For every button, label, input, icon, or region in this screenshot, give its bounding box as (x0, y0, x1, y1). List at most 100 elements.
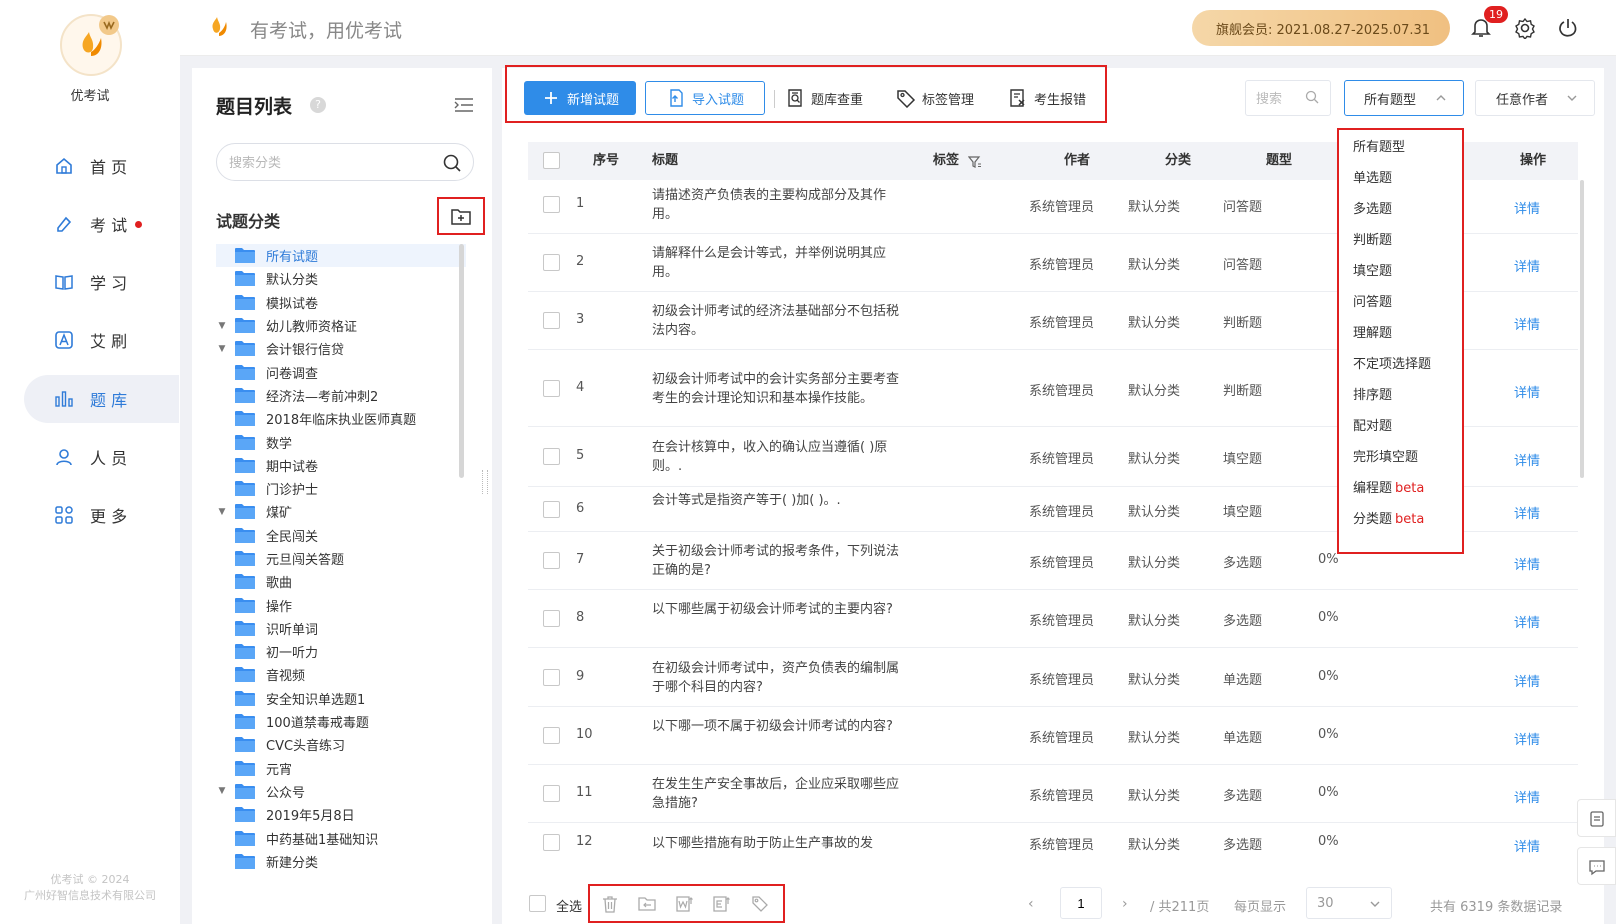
tree-item[interactable]: 所有试题 (216, 244, 466, 268)
tree-item[interactable]: 元旦闯关答题 (216, 547, 466, 570)
tree-item[interactable]: 门诊护士 (216, 477, 466, 500)
tree-item[interactable]: 初一听力 (216, 640, 466, 663)
row-checkbox[interactable] (543, 254, 560, 271)
row-checkbox[interactable] (543, 552, 560, 569)
tree-item[interactable]: 新建分类 (216, 850, 466, 873)
tree-item[interactable]: 中药基础1基础知识 (216, 826, 466, 849)
panel-resize-handle[interactable] (482, 470, 488, 494)
expand-arrow-icon[interactable]: ▼ (216, 344, 228, 354)
table-row[interactable]: 8 以下哪些属于初级会计师考试的主要内容? 系统管理员 默认分类 多选题 0% 详情 (528, 590, 1578, 648)
type-option[interactable]: 配对题 (1353, 415, 1395, 434)
nav-aishua[interactable]: 艾 刷 (24, 316, 179, 364)
import-questions-button[interactable]: 导入试题 (645, 81, 765, 115)
row-detail-link[interactable]: 详情 (1514, 612, 1540, 631)
row-detail-link[interactable]: 详情 (1514, 836, 1540, 855)
table-row[interactable]: 11 在发生生产安全事故后，企业应采取哪些应急措施? 系统管理员 默认分类 多选题 0% 详… (528, 765, 1578, 823)
nav-exam[interactable]: 考 试 (24, 200, 179, 248)
type-option[interactable]: 编程题 beta (1353, 477, 1424, 496)
row-checkbox[interactable] (543, 500, 560, 518)
row-detail-link[interactable]: 详情 (1514, 554, 1540, 573)
tree-item[interactable]: 100道禁毒戒毒题 (216, 710, 466, 733)
search-icon[interactable] (1305, 90, 1319, 104)
page-number-input[interactable] (1060, 887, 1102, 919)
nav-home[interactable]: 首 页 (24, 142, 179, 190)
vip-membership-badge[interactable]: 旗舰会员: 2021.08.27-2025.07.31 (1192, 10, 1450, 46)
expand-arrow-icon[interactable]: ▼ (216, 507, 228, 517)
search-icon[interactable] (442, 153, 462, 173)
tree-item[interactable]: 经济法—考前冲刺2 (216, 384, 466, 407)
trash-icon[interactable] (600, 894, 620, 914)
type-option[interactable]: 理解题 (1353, 322, 1395, 341)
tree-item[interactable]: ▼ 幼儿教师资格证 (216, 314, 466, 337)
error-report-button[interactable]: 考生报错 (1008, 81, 1086, 115)
row-checkbox[interactable] (543, 448, 560, 465)
table-row[interactable]: 12 以下哪些措施有助于防止生产事故的发 系统管理员 默认分类 多选题 0% 详情 (528, 823, 1578, 863)
row-checkbox[interactable] (543, 610, 560, 627)
row-checkbox[interactable] (543, 727, 560, 744)
row-checkbox[interactable] (543, 312, 560, 329)
power-icon[interactable] (1557, 17, 1579, 39)
tree-item[interactable]: 模拟试卷 (216, 291, 466, 314)
tree-item[interactable]: 默认分类 (216, 267, 466, 290)
filter-icon[interactable] (968, 155, 982, 169)
type-option[interactable]: 问答题 (1353, 291, 1395, 310)
row-detail-link[interactable]: 详情 (1514, 314, 1540, 333)
tree-item[interactable]: 识听单词 (216, 617, 466, 640)
type-option[interactable]: 完形填空题 (1353, 446, 1421, 465)
type-option[interactable]: 所有题型 (1353, 136, 1408, 155)
prev-page-button[interactable]: ‹ (1028, 896, 1034, 912)
row-checkbox[interactable] (543, 668, 560, 686)
row-checkbox[interactable] (543, 379, 560, 397)
row-detail-link[interactable]: 详情 (1514, 787, 1540, 806)
duplicate-check-button[interactable]: 题库查重 (785, 81, 863, 115)
tree-item[interactable]: 问卷调查 (216, 360, 466, 383)
export-excel-icon[interactable] (712, 894, 732, 914)
float-notes-button[interactable] (1577, 799, 1616, 837)
tag-management-button[interactable]: 标签管理 (896, 81, 974, 115)
row-checkbox[interactable] (543, 785, 560, 802)
table-row[interactable]: 10 以下哪一项不属于初级会计师考试的内容? 系统管理员 默认分类 单选题 0% 详情 (528, 707, 1578, 765)
type-option[interactable]: 排序题 (1353, 384, 1395, 403)
row-detail-link[interactable]: 详情 (1514, 729, 1540, 748)
tree-item[interactable]: 期中试卷 (216, 454, 466, 477)
table-scrollbar[interactable] (1580, 180, 1584, 478)
row-detail-link[interactable]: 详情 (1514, 671, 1540, 690)
new-question-button[interactable]: 新增试题 (524, 81, 636, 115)
category-search-input[interactable] (216, 143, 474, 181)
nav-study[interactable]: 学 习 (24, 258, 179, 306)
row-detail-link[interactable]: 详情 (1514, 256, 1540, 275)
add-category-button[interactable] (437, 197, 485, 235)
next-page-button[interactable]: › (1122, 896, 1128, 912)
type-option[interactable]: 判断题 (1353, 229, 1395, 248)
header-checkbox[interactable] (543, 152, 560, 169)
tree-item[interactable]: 歌曲 (216, 570, 466, 593)
move-folder-icon[interactable] (637, 894, 657, 914)
tree-item[interactable]: 数学 (216, 430, 466, 453)
tree-item[interactable]: 全民闯关 (216, 524, 466, 547)
row-checkbox[interactable] (543, 834, 560, 851)
tree-item[interactable]: ▼ 煤矿 (216, 500, 466, 523)
float-chat-button[interactable] (1577, 847, 1616, 885)
row-detail-link[interactable]: 详情 (1514, 382, 1540, 401)
collapse-menu-icon[interactable] (454, 96, 474, 114)
gear-icon[interactable] (1514, 17, 1536, 39)
help-icon[interactable]: ? (310, 97, 326, 113)
question-type-select[interactable]: 所有题型 (1344, 80, 1464, 116)
page-size-select[interactable]: 30 (1306, 887, 1392, 919)
nav-people[interactable]: 人 员 (24, 433, 179, 481)
table-row[interactable]: 9 在初级会计师考试中，资产负债表的编制属于哪个科目的内容? 系统管理员 默认分类 单选… (528, 648, 1578, 707)
nav-question-bank[interactable]: 题 库 (24, 375, 179, 423)
expand-arrow-icon[interactable]: ▼ (216, 786, 228, 796)
expand-arrow-icon[interactable]: ▼ (216, 321, 228, 331)
tree-item[interactable]: ▼ 会计银行信贷 (216, 337, 466, 360)
row-detail-link[interactable]: 详情 (1514, 198, 1540, 217)
type-option[interactable]: 不定项选择题 (1353, 353, 1434, 372)
nav-more[interactable]: 更 多 (24, 491, 179, 539)
type-option[interactable]: 分类题 beta (1353, 508, 1424, 527)
batch-tag-icon[interactable] (750, 894, 770, 914)
tree-item[interactable]: CVC头音练习 (216, 733, 466, 756)
row-detail-link[interactable]: 详情 (1514, 450, 1540, 469)
tree-item[interactable]: ▼ 公众号 (216, 780, 466, 803)
author-select[interactable]: 任意作者 (1475, 80, 1595, 116)
select-all-checkbox[interactable] (529, 895, 546, 912)
